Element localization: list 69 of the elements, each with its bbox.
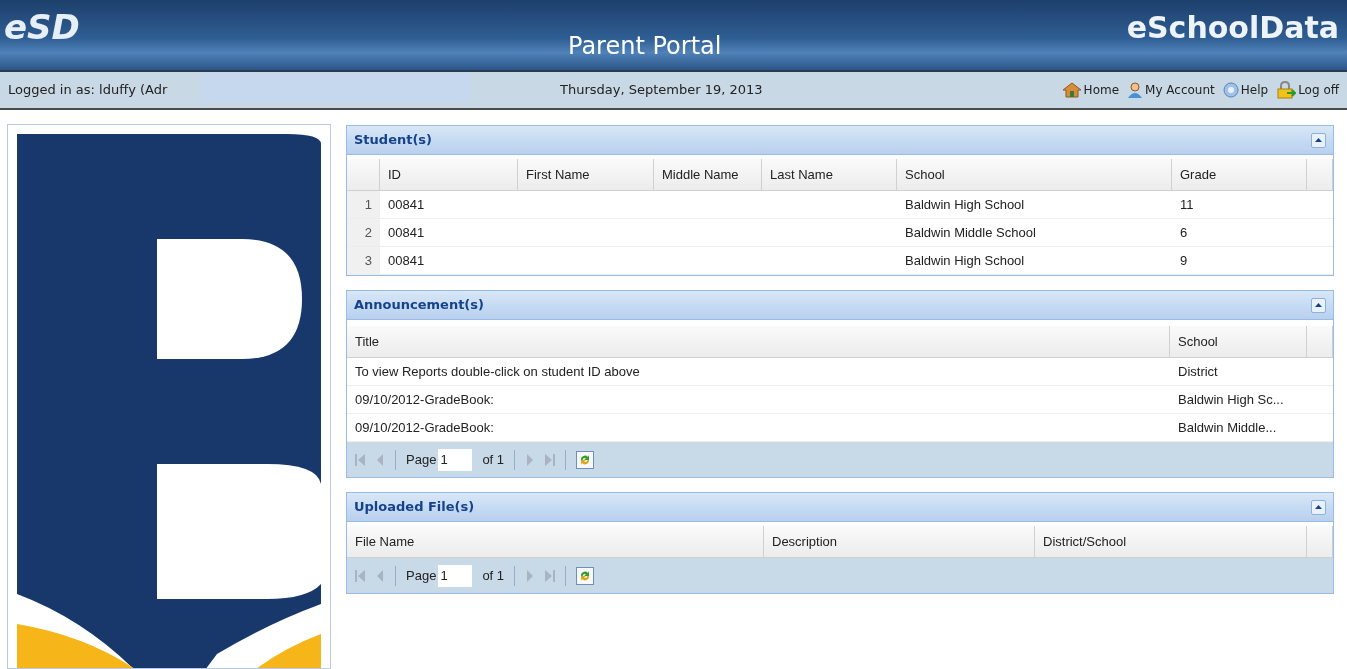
date-text: Thursday, September 19, 2013 [560,81,763,100]
logged-in-text: Logged in as: lduffy (Adr [8,81,168,100]
panel-title: Student(s) [354,131,433,150]
table-cell: 6 [1172,219,1307,247]
column-header: Last Name [762,159,897,191]
page-number-field[interactable]: 1 [438,564,473,587]
header-filler [1307,326,1333,358]
caret-icon [1315,505,1322,509]
collapse-button[interactable] [1311,132,1326,148]
refresh-icon[interactable] [576,450,595,469]
column-header: ID [380,159,518,191]
table-cell: District [1170,358,1307,386]
table-cell: 11 [1172,191,1307,219]
collapse-button[interactable] [1311,297,1326,313]
help-icon [1222,82,1239,98]
caret-icon [1315,138,1322,142]
column-header: First Name [518,159,654,191]
brand-name: eSchoolData [1126,8,1339,47]
column-header: Description [764,526,1035,558]
first-page-icon[interactable] [355,453,365,466]
column-header: Middle Name [654,159,762,191]
previous-page-icon[interactable] [375,453,385,466]
table-cell: 9 [1172,247,1307,275]
first-page-icon[interactable] [355,569,365,582]
nav-link[interactable]: My Account [1127,81,1215,99]
nav-link[interactable]: Home [1061,81,1120,99]
column-header: Title [347,326,1170,358]
panel-title: Announcement(s) [354,296,484,315]
table-cell: 1 [347,191,380,219]
page-count: of 1 [482,450,505,469]
padlock-icon [1276,81,1297,99]
page-label: Page [406,450,437,469]
table-cell: 09/10/2012-GradeBook: [347,386,1170,414]
last-page-icon[interactable] [545,569,556,582]
table-cell: 00841 [380,191,518,219]
page-number-field[interactable]: 1 [438,448,473,471]
table-cell: 00841 [380,219,518,247]
column-header: School [1170,326,1307,358]
previous-page-icon[interactable] [375,569,385,582]
table-cell: 3 [347,247,380,275]
next-page-icon[interactable] [525,453,536,466]
header-filler [1307,526,1333,558]
header-filler [1307,159,1333,191]
caret-icon [1315,303,1322,307]
person-icon [1127,82,1144,98]
esd-logo: eSD [4,5,80,49]
table-cell: 2 [347,219,380,247]
refresh-icon[interactable] [576,566,595,585]
header-filler [347,159,380,191]
panel-title: Uploaded File(s) [354,498,475,517]
next-page-icon[interactable] [525,569,536,582]
house-icon [1061,82,1082,98]
nav-link[interactable]: Log off [1276,81,1339,99]
column-header: District/School [1035,526,1307,558]
portal-title: Parent Portal [568,31,722,62]
column-header: Grade [1172,159,1307,191]
collapse-button[interactable] [1311,499,1326,515]
page-label: Page [406,566,437,585]
page-count: of 1 [482,566,505,585]
table-cell: Baldwin High School [897,247,1172,275]
table-cell: To view Reports double-click on student ID above [347,358,1170,386]
column-header: File Name [347,526,764,558]
table-cell: Baldwin Middle School [897,219,1172,247]
table-cell: 00841 [380,247,518,275]
table-cell: Baldwin High Sc... [1170,386,1307,414]
column-header: School [897,159,1172,191]
nav-link[interactable]: Help [1222,81,1269,99]
last-page-icon[interactable] [545,453,556,466]
table-cell: Baldwin High School [897,191,1172,219]
